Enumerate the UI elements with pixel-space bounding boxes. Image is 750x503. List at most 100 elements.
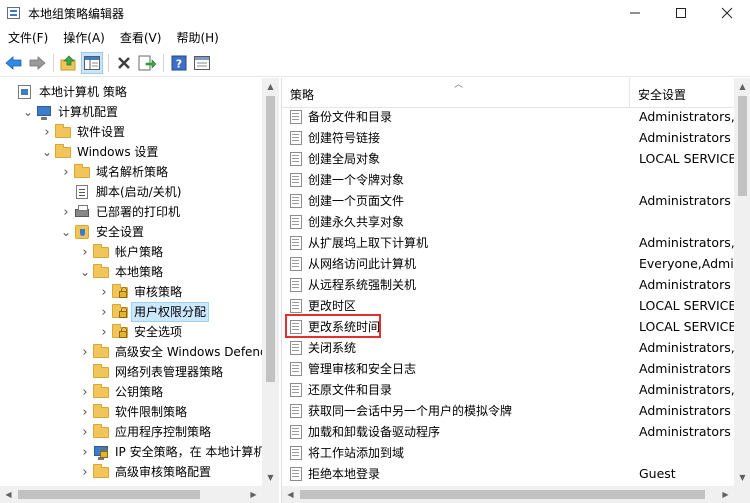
policy-row[interactable]: 创建一个页面文件 Administrators — [282, 190, 734, 211]
policy-row[interactable]: 获取同一会话中另一个用户的模拟令牌 Administrators — [282, 400, 734, 421]
help-button[interactable]: ? — [168, 52, 190, 74]
policy-row[interactable]: 更改时区 LOCAL SERVICE, — [282, 295, 734, 316]
properties-button[interactable] — [191, 52, 213, 74]
scroll-left-arrow-icon[interactable]: ◀ — [0, 486, 17, 503]
policy-row[interactable]: 管理审核和安全日志 Administrators — [282, 358, 734, 379]
collapsed-chevron-icon[interactable]: › — [60, 202, 72, 222]
collapsed-chevron-icon[interactable]: › — [79, 242, 91, 262]
tree-item[interactable]: 本地计算机 策略 — [0, 82, 262, 102]
forward-button[interactable] — [26, 52, 48, 74]
tree-item[interactable]: ⌄ Windows 设置 — [0, 142, 262, 162]
tree-item[interactable]: ⌄ 安全设置 — [0, 222, 262, 242]
menu-view[interactable]: 查看(V) — [112, 27, 169, 49]
tree-vertical-scrollbar[interactable]: ▲ ▼ — [262, 78, 279, 486]
scroll-right-arrow-icon[interactable]: ▶ — [245, 486, 262, 503]
policy-name-cell: 关闭系统 — [282, 338, 630, 357]
collapsed-chevron-icon[interactable]: › — [79, 462, 91, 482]
scrollbar-thumb[interactable] — [18, 490, 200, 499]
tree-item[interactable]: ⌄ 本地策略 — [0, 262, 262, 282]
tree-horizontal-scrollbar[interactable]: ◀ ▶ — [0, 486, 279, 503]
minimize-icon — [630, 12, 640, 14]
policy-row[interactable]: 从扩展坞上取下计算机 Administrators,U — [282, 232, 734, 253]
back-arrow-icon — [5, 56, 22, 70]
scrollbar-thumb[interactable] — [738, 96, 747, 196]
tree-item[interactable]: ⌄ 计算机配置 — [0, 102, 262, 122]
menu-help[interactable]: 帮助(H) — [168, 27, 225, 49]
delete-button[interactable] — [113, 52, 135, 74]
scroll-up-arrow-icon[interactable]: ▲ — [262, 78, 279, 95]
close-button[interactable] — [704, 0, 750, 26]
scrollbar-thumb[interactable] — [266, 96, 275, 382]
tree-item[interactable]: › IP 安全策略，在 本地计算机 — [0, 442, 262, 462]
maximize-button[interactable] — [658, 0, 704, 26]
menu-action[interactable]: 操作(A) — [55, 27, 112, 49]
policy-item-icon — [288, 151, 304, 167]
policy-row[interactable]: 加载和卸载设备驱动程序 Administrators — [282, 421, 734, 442]
collapsed-chevron-icon[interactable]: › — [79, 382, 91, 402]
policy-row[interactable]: 还原文件和目录 Administrators,E — [282, 379, 734, 400]
policy-row[interactable]: 从网络访问此计算机 Everyone,Admin — [282, 253, 734, 274]
policy-row[interactable]: 拒绝本地登录 Guest — [282, 463, 734, 484]
scroll-up-arrow-icon[interactable]: ▲ — [734, 78, 750, 95]
policy-row[interactable]: 备份文件和目录 Administrators,E — [282, 106, 734, 127]
tree-item[interactable]: › 公钥策略 — [0, 382, 262, 402]
expanded-chevron-icon[interactable]: ⌄ — [79, 262, 91, 282]
collapsed-chevron-icon[interactable]: › — [79, 402, 91, 422]
tree-pane: 本地计算机 策略 ⌄ 计算机配置 › 软件设置 ⌄ Windows 设置 › 域名解析策略 脚本(… — [0, 78, 279, 503]
tree-item[interactable]: › 已部署的打印机 — [0, 202, 262, 222]
up-one-level-button[interactable] — [58, 52, 80, 74]
expanded-chevron-icon[interactable]: ⌄ — [60, 222, 72, 242]
policy-row[interactable]: 创建全局对象 LOCAL SERVICE, — [282, 148, 734, 169]
menu-file[interactable]: 文件(F) — [0, 27, 55, 49]
scrollbar-thumb[interactable] — [300, 490, 705, 499]
policy-row[interactable]: 创建一个令牌对象 — [282, 169, 734, 190]
policy-item-icon — [288, 424, 304, 440]
scroll-down-arrow-icon[interactable]: ▼ — [262, 469, 279, 486]
collapsed-chevron-icon[interactable]: › — [60, 162, 72, 182]
folder-icon — [55, 124, 71, 140]
collapsed-chevron-icon[interactable]: › — [79, 442, 91, 462]
scroll-right-arrow-icon[interactable]: ▶ — [717, 486, 734, 503]
tree-item[interactable]: › 高级安全 Windows Defende — [0, 342, 262, 362]
forward-arrow-icon — [29, 56, 46, 70]
expanded-chevron-icon[interactable]: ⌄ — [22, 102, 34, 122]
tree-item[interactable]: › 域名解析策略 — [0, 162, 262, 182]
tree-item[interactable]: › 高级审核策略配置 — [0, 462, 262, 482]
column-header-security-setting[interactable]: 安全设置 — [630, 78, 750, 108]
policy-row[interactable]: 从远程系统强制关机 Administrators — [282, 274, 734, 295]
collapsed-chevron-icon[interactable]: › — [41, 122, 53, 142]
policy-row[interactable]: 创建符号链接 Administrators — [282, 127, 734, 148]
scroll-down-arrow-icon[interactable]: ▼ — [734, 469, 750, 486]
show-hide-tree-button[interactable] — [81, 52, 103, 74]
export-list-button[interactable] — [136, 52, 158, 74]
tree-item[interactable]: › 用户权限分配 — [0, 302, 262, 322]
back-button[interactable] — [3, 52, 25, 74]
tree-item[interactable]: › 帐户策略 — [0, 242, 262, 262]
collapsed-chevron-icon[interactable]: › — [98, 302, 110, 322]
collapsed-chevron-icon[interactable]: › — [79, 342, 91, 362]
policy-row[interactable]: 创建永久共享对象 — [282, 211, 734, 232]
collapsed-chevron-icon[interactable]: › — [98, 282, 110, 302]
column-header-policy[interactable]: ︿ 策略 — [282, 78, 630, 108]
tree-item[interactable]: › 安全选项 — [0, 322, 262, 342]
list-vertical-scrollbar[interactable]: ▲ ▼ — [734, 78, 750, 486]
policy-name: 拒绝本地登录 — [308, 467, 381, 481]
folder-icon — [55, 144, 71, 160]
expanded-chevron-icon[interactable]: ⌄ — [41, 142, 53, 162]
policy-row[interactable]: 关闭系统 Administrators,U — [282, 337, 734, 358]
tree-item-label: Windows 设置 — [77, 145, 159, 159]
tree-item[interactable]: › 软件设置 — [0, 122, 262, 142]
list-horizontal-scrollbar[interactable]: ◀ ▶ — [282, 486, 750, 503]
collapsed-chevron-icon[interactable]: › — [79, 422, 91, 442]
tree-item[interactable]: › 审核策略 — [0, 282, 262, 302]
policy-row[interactable]: 将工作站添加到域 — [282, 442, 734, 463]
tree-item[interactable]: › 应用程序控制策略 — [0, 422, 262, 442]
minimize-button[interactable] — [612, 0, 658, 26]
collapsed-chevron-icon[interactable]: › — [98, 322, 110, 342]
scroll-left-arrow-icon[interactable]: ◀ — [282, 486, 299, 503]
ip-security-icon — [93, 444, 109, 460]
tree-item[interactable]: 网络列表管理器策略 — [0, 362, 262, 382]
tree-item[interactable]: › 软件限制策略 — [0, 402, 262, 422]
tree-item[interactable]: 脚本(启动/关机) — [0, 182, 262, 202]
policy-doc-icon — [17, 84, 33, 100]
